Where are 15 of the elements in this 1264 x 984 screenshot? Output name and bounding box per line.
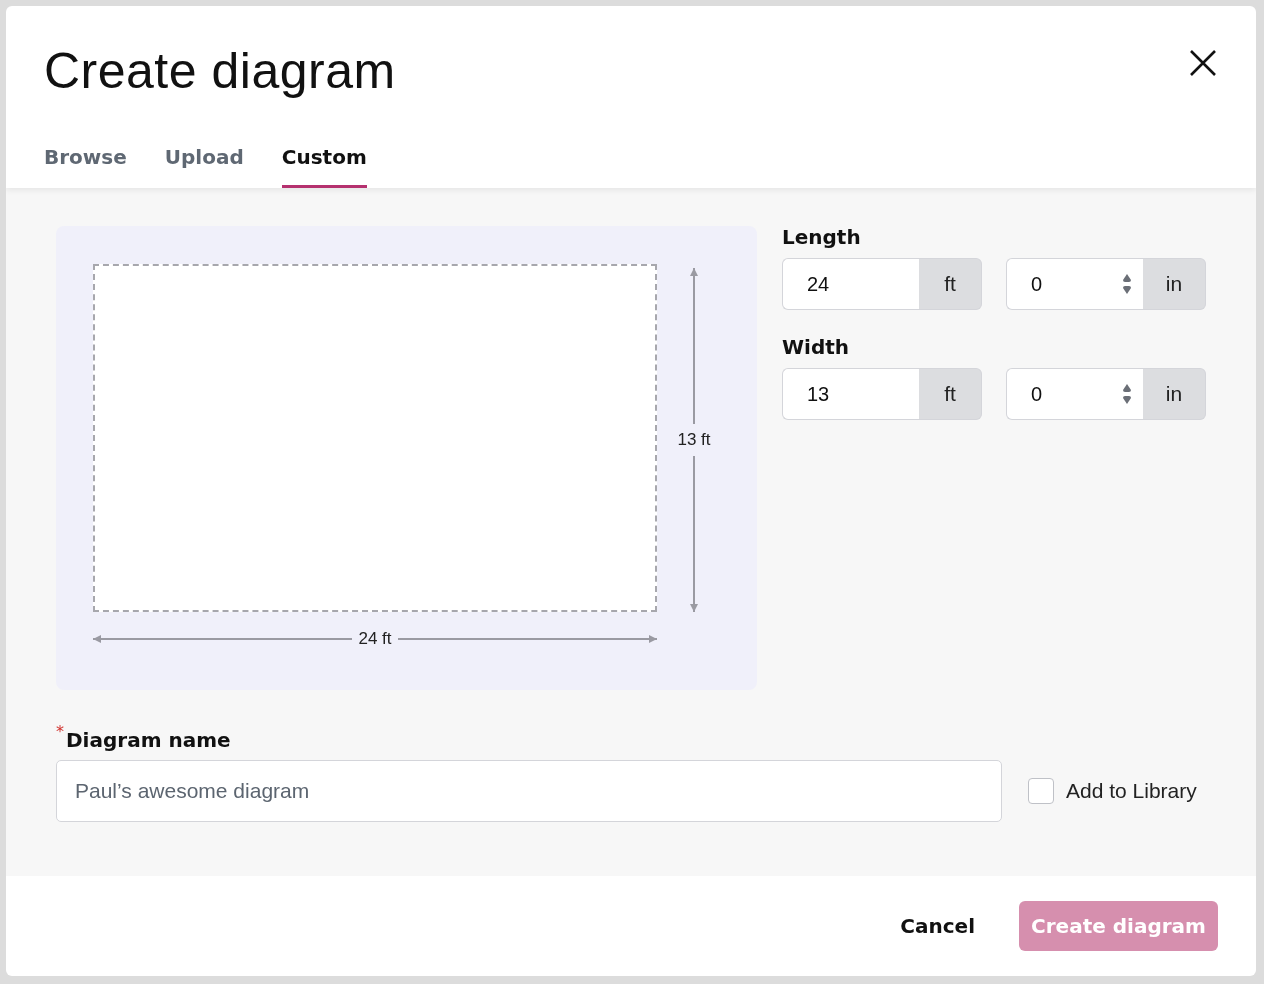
checkbox-label: Add to Library [1066,779,1197,803]
cancel-button[interactable]: Cancel [900,914,975,938]
width-label: 24 ft [357,628,393,650]
field-label: Width [782,336,851,358]
required-mark: * [56,722,64,741]
close-icon [1188,48,1218,78]
name-input-field[interactable]: Paul’s awesome diagram [56,760,1002,822]
height-label: 13 ft [676,429,712,451]
field-label: Length [782,226,862,248]
tab[interactable]: Browse [44,145,127,188]
dialog-title: Create diagram [44,44,396,99]
tab[interactable]: Upload [164,145,244,188]
checkbox[interactable] [1028,778,1054,804]
close-button[interactable] [1188,48,1218,78]
field-label: Diagram name [66,728,231,752]
